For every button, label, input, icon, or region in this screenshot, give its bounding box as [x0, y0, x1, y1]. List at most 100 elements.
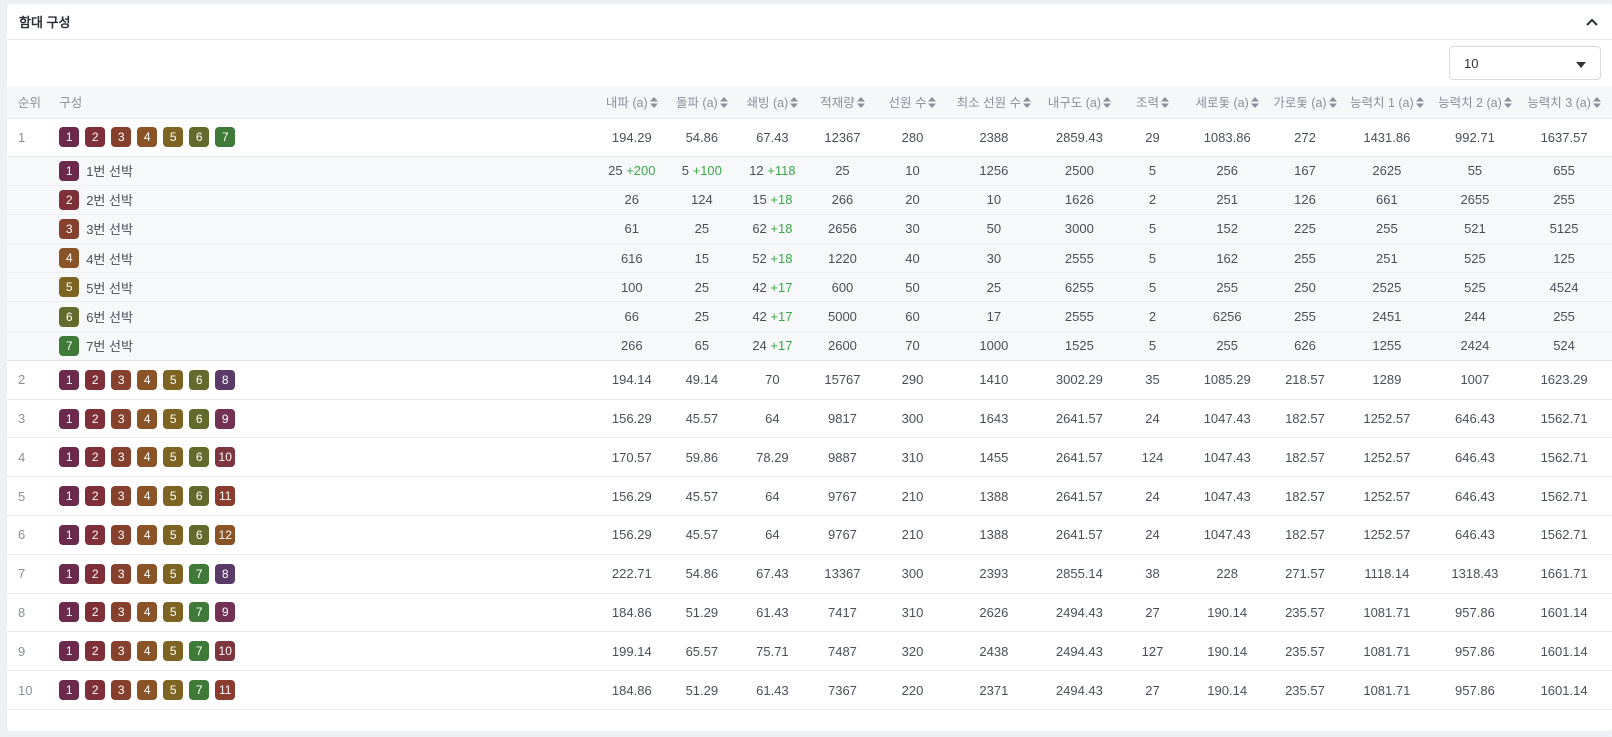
stat-cell: 27 [1120, 593, 1185, 633]
stat-cell: 38 [1120, 554, 1185, 594]
panel-header[interactable]: 함대 구성 [7, 4, 1612, 40]
ship-stat-value: 2600 [827, 338, 857, 354]
ship-badge-list: 1234567 [59, 127, 595, 147]
ship-stat-value: 521 [1464, 221, 1486, 237]
ship-detail-row: 3 3번 선박 61 25 62 +18 2656 30 50 3000 5 152 225 255 52… [7, 214, 1612, 245]
ship-badge: 7 [189, 563, 210, 584]
ship-badge: 9 [215, 408, 236, 429]
ship-stat-cell: 52 +18 [735, 243, 810, 274]
stat-cell: 156.29 [595, 515, 669, 555]
table-row[interactable]: 7 1 2 3 4 5 7 8 222.71 54.86 67.43 13367 300 2393 2855… [7, 554, 1612, 594]
sort-icon[interactable] [1161, 96, 1170, 111]
ship-name-wrap: 4 4번 선박 [59, 248, 595, 269]
column-header[interactable]: 내구도 (a) [1038, 86, 1121, 119]
sort-icon[interactable] [1503, 96, 1512, 111]
sort-icon[interactable] [1592, 96, 1601, 111]
ship-stat-value: 124 [690, 192, 713, 208]
table-row[interactable]: 5 1 2 3 4 5 6 11 156.29 45.57 64 9767 210 1388 2641.57… [7, 476, 1612, 516]
ship-badge: 11 [215, 486, 236, 507]
ship-name-wrap: 1 1번 선박 [59, 160, 595, 181]
ship-stat-cell: 1626 [1038, 185, 1121, 215]
sort-icon[interactable] [649, 96, 658, 111]
ship-stat-cell: 525 [1433, 243, 1517, 274]
column-header[interactable]: 능력치 2 (a) [1433, 86, 1517, 119]
table-row[interactable]: 2 1 2 3 4 5 6 8 194.14 49.14 70 15767 290 1410 3002.29… [7, 360, 1612, 400]
sort-icon[interactable] [928, 96, 937, 111]
ship-stat-value: 6255 [1064, 279, 1094, 295]
column-header[interactable]: 적재량 [809, 86, 876, 119]
ship-stat-value: 25 [694, 309, 710, 325]
ship-stat-cell: 2555 [1038, 243, 1121, 274]
column-header[interactable]: 돌파 (a) [668, 86, 736, 119]
sort-icon[interactable] [1328, 96, 1337, 111]
column-header[interactable]: 조력 [1120, 86, 1185, 119]
rank-cell: 6 [7, 515, 49, 555]
detail-spacer [7, 331, 49, 361]
stat-cell: 24 [1120, 476, 1185, 516]
table-row[interactable]: 8 1 2 3 4 5 7 9 184.86 51.29 61.43 7417 310 2626 2494.… [7, 593, 1612, 633]
ship-stat-value: 12 [749, 163, 764, 179]
column-header[interactable]: 선원 수 [875, 86, 950, 119]
sort-icon[interactable] [1250, 96, 1259, 111]
column-header[interactable]: 쇄빙 (a) [735, 86, 810, 119]
ship-stat-value: 3000 [1064, 221, 1094, 237]
stat-cell: 957.86 [1433, 670, 1517, 710]
caret-down-icon [1576, 56, 1586, 71]
column-header[interactable]: 최소 선원 수 [949, 86, 1039, 119]
stat-cell: 194.29 [595, 118, 669, 157]
stat-cell: 7367 [809, 670, 876, 710]
table-row[interactable]: 3 1 2 3 4 5 6 9 156.29 45.57 64 9817 300 1643 2641.57 2… [7, 399, 1612, 439]
ship-badge: 8 [215, 563, 236, 584]
stat-cell: 78.29 [735, 437, 810, 478]
column-header[interactable]: 내파 (a) [595, 86, 669, 119]
stat-cell: 3002.29 [1038, 360, 1121, 400]
stat-cell: 184.86 [595, 670, 669, 710]
stat-cell: 646.43 [1433, 437, 1517, 478]
stat-cell: 29 [1120, 118, 1185, 157]
column-header[interactable]: 능력치 3 (a) [1516, 86, 1612, 119]
ship-stat-cell: 616 [595, 243, 669, 274]
ship-badge: 3 [111, 602, 132, 623]
table-row[interactable]: 10 1 2 3 4 5 7 11 184.86 51.29 61.43 7367 220 2371 249… [7, 670, 1612, 710]
ship-stat-value: 525 [1464, 250, 1486, 266]
page-size-select[interactable]: 10 [1449, 46, 1601, 80]
sort-icon[interactable] [1415, 96, 1424, 111]
stat-cell: 182.57 [1269, 515, 1340, 555]
ship-badge: 5 [163, 408, 184, 429]
ship-stat-value: 10 [905, 163, 920, 179]
stat-cell: 2641.57 [1038, 399, 1121, 439]
ship-stat-cell: 17 [949, 301, 1039, 332]
ship-stat-value: 50 [905, 279, 920, 295]
composition-cell: 1234567 [48, 118, 596, 157]
sort-icon[interactable] [1023, 96, 1032, 111]
sort-icon[interactable] [856, 96, 865, 111]
ship-stat-cell: 255 [1516, 185, 1612, 215]
ship-stat-value: 255 [1553, 192, 1575, 208]
column-header[interactable]: 능력치 1 (a) [1339, 86, 1434, 119]
column-header[interactable]: 세로돛 (a) [1184, 86, 1270, 119]
ship-stat-value: 2 [1148, 192, 1157, 208]
stat-cell: 45.57 [668, 476, 736, 516]
sort-icon[interactable] [1103, 96, 1111, 111]
table-row[interactable]: 4 1 2 3 4 5 6 10 170.57 59.86 78.29 9887 310 1455 2641… [7, 437, 1612, 478]
ship-stat-cell: 10 [875, 156, 950, 186]
composition-cell: 1234579 [48, 593, 596, 633]
stat-cell: 1318.43 [1433, 554, 1517, 594]
ship-stat-value: 1220 [827, 250, 857, 266]
table-row[interactable]: 1 1 2 3 4 5 6 7 194.29 54.86 67.43 12367 280 2388 2859… [7, 118, 1612, 157]
ship-stat-value: 2555 [1064, 309, 1094, 325]
ship-stat-cell: 5000 [809, 301, 876, 332]
ship-stat-bonus: +18 [770, 250, 793, 266]
stat-cell: 156.29 [595, 476, 669, 516]
ship-badge: 7 [215, 127, 236, 147]
ship-stat-value: 42 [752, 279, 767, 295]
stat-cell: 64 [735, 399, 810, 439]
sort-icon[interactable] [790, 96, 799, 111]
table-row[interactable]: 6 1 2 3 4 5 6 12 156.29 45.57 64 9767 210 1388 2641.57… [7, 515, 1612, 555]
chevron-up-icon[interactable] [1584, 14, 1600, 30]
table-row[interactable]: 9 1 2 3 4 5 7 10 199.14 65.57 75.71 7487 320 2438 2494… [7, 631, 1612, 672]
detail-spacer [7, 243, 49, 274]
ship-stat-cell: 5 +100 [668, 156, 736, 186]
sort-icon[interactable] [719, 96, 728, 111]
column-header[interactable]: 가로돛 (a) [1269, 86, 1340, 119]
